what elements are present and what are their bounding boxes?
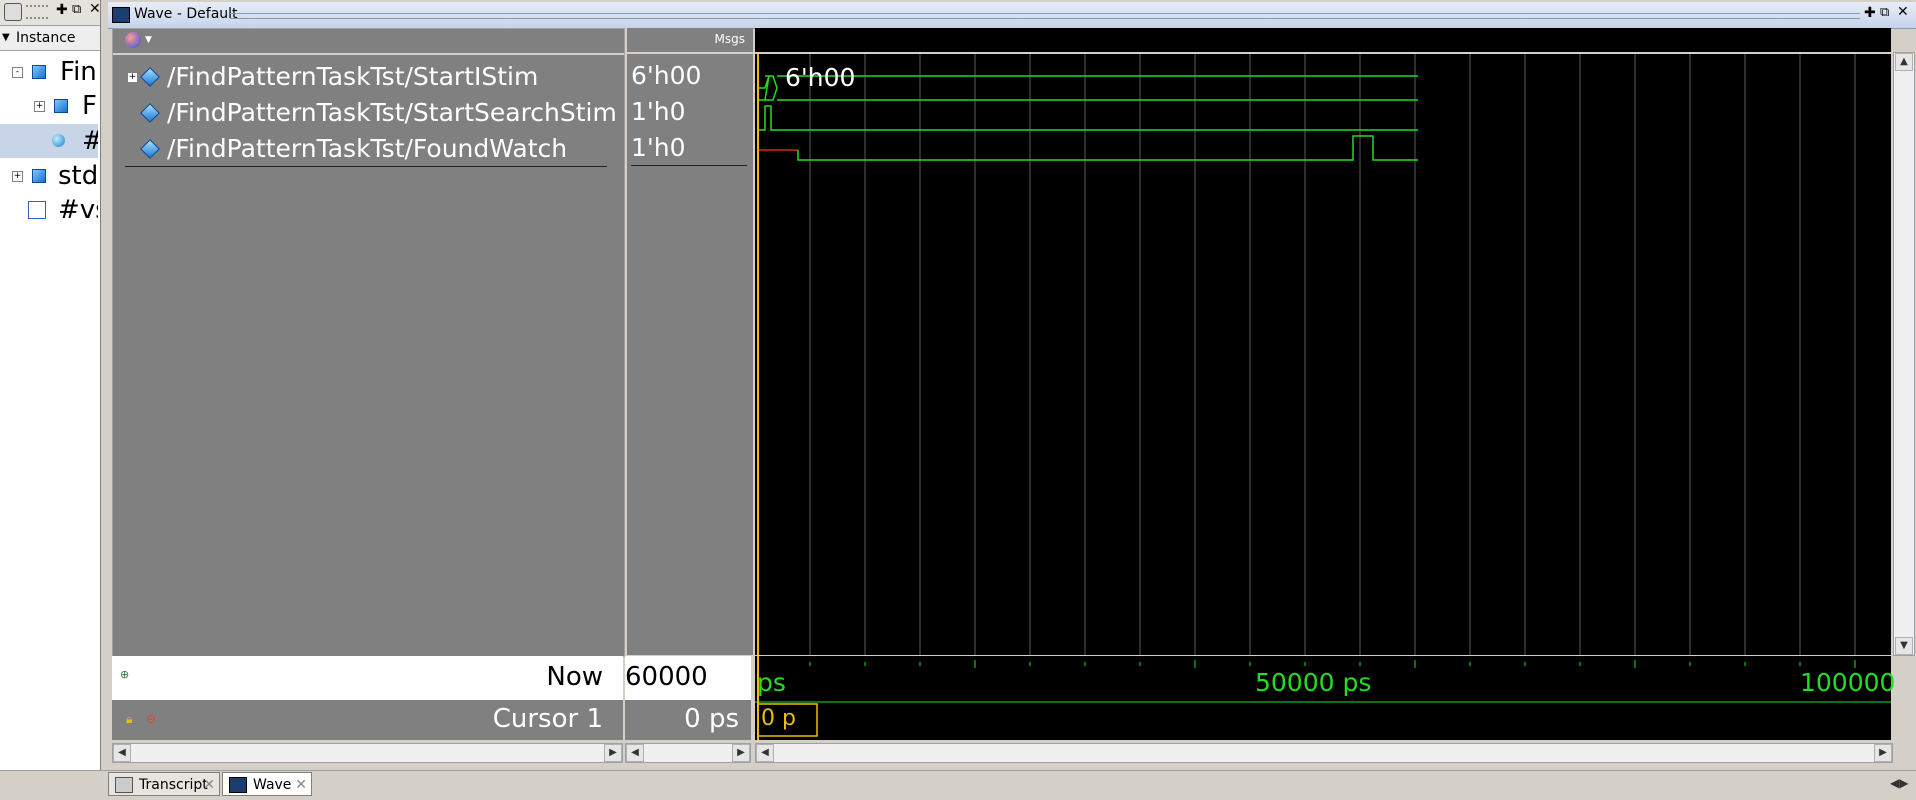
waveform-header (755, 28, 1891, 54)
signal-value: 1'h0 (631, 97, 686, 126)
instance-pane-titlebar: ✚ ⧉ ✕ (0, 0, 101, 26)
wave-titlebar[interactable]: Wave - Default ✚ ⧉ ✕ (108, 2, 1916, 29)
titlebar-grip[interactable] (230, 13, 1860, 19)
values-hscrollbar[interactable]: ◀ ▶ (625, 743, 751, 763)
dropdown-arrow-icon[interactable]: ▼ (145, 35, 152, 45)
now-value-box: 60000 ps (625, 656, 751, 722)
cursor-label: Cursor 1 (492, 704, 603, 734)
signal-value: 6'h00 (631, 61, 702, 90)
signal-diamond-icon (140, 67, 160, 87)
lock-icon[interactable]: 🔒︎ (126, 712, 132, 727)
expand-icon[interactable]: + (12, 171, 23, 182)
instance-column-header[interactable]: ▼ Instance (0, 26, 100, 51)
tree-item[interactable]: + F (0, 89, 98, 123)
cursor-time-label: 0 p (761, 706, 796, 731)
undock-icon[interactable]: ⧉ (72, 2, 81, 17)
tree-item-label: F (82, 91, 97, 121)
scroll-left-icon[interactable]: ◀ (756, 744, 774, 762)
expand-icon[interactable]: + (127, 72, 138, 83)
wave-startsearchstim (759, 105, 1418, 131)
tree-item-label: std (58, 161, 98, 191)
scroll-left-icon[interactable]: ◀ (113, 744, 131, 762)
tab-scroll-icon[interactable]: ◀▶ (1890, 776, 1908, 790)
signal-names-pane[interactable]: ▼ + /FindPatternTaskTst/StartIStim /Find… (112, 28, 625, 657)
signal-diamond-icon (140, 103, 160, 123)
scroll-down-icon[interactable]: ▼ (1895, 637, 1913, 655)
tree-item-selected[interactable]: # (0, 124, 98, 158)
drag-handle[interactable] (26, 5, 48, 19)
palette-icon[interactable] (125, 32, 141, 48)
scroll-right-icon[interactable]: ▶ (604, 744, 622, 762)
close-tab-icon[interactable]: ✕ (295, 773, 307, 797)
signals-hscrollbar[interactable]: ◀ ▶ (112, 743, 623, 763)
insertion-line (125, 166, 607, 167)
wave-foundwatch (797, 135, 1418, 161)
timeline-ruler[interactable]: ps 50000 ps 100000 0 p (755, 656, 1895, 740)
wave-tab-icon (229, 777, 247, 793)
sort-arrow-icon: ▼ (2, 32, 10, 43)
chart-icon (28, 201, 46, 219)
waveform-canvas[interactable] (755, 54, 1891, 655)
package-icon (32, 169, 46, 183)
transcript-icon (115, 777, 133, 793)
now-label: Now (546, 662, 603, 692)
tree-item-label: #vs (58, 195, 98, 225)
bus-value-label: 6'h00 (785, 63, 856, 92)
tab-label: Wave (253, 777, 292, 793)
sim-icon (4, 3, 22, 21)
tree-item[interactable]: #vs (0, 193, 98, 227)
undock-icon[interactable]: ⧉ (1880, 5, 1889, 20)
signal-name: /FindPatternTaskTst/FoundWatch (167, 134, 568, 163)
close-tab-icon[interactable]: ✕ (203, 773, 215, 797)
signal-value: 1'h0 (631, 133, 686, 162)
close-icon[interactable]: ✕ (89, 1, 101, 17)
wave-bus-startistim (759, 75, 1418, 101)
timeline-mid-label: 50000 ps (1255, 668, 1372, 697)
tab-wave[interactable]: Wave ✕ (222, 772, 312, 796)
msgs-header-label: Msgs (714, 32, 745, 46)
scroll-right-icon[interactable]: ▶ (732, 744, 750, 762)
now-row: ⊕ Now (112, 656, 623, 700)
timeline-start-label: ps (757, 668, 786, 697)
instance-header-label: Instance (16, 30, 76, 46)
tab-label: Transcript (139, 777, 208, 793)
close-icon[interactable]: ✕ (1897, 4, 1909, 20)
delete-cursor-icon[interactable]: ⊖ (146, 712, 156, 726)
signal-name: /FindPatternTaskTst/StartSearchStim (167, 98, 617, 127)
dock-icon[interactable]: ✚ (1864, 5, 1876, 21)
signal-name: /FindPatternTaskTst/StartIStim (167, 62, 539, 91)
module-icon (32, 65, 46, 79)
msgs-header: Msgs (627, 28, 753, 54)
wave-title: Wave - Default (134, 6, 238, 22)
expand-icon[interactable]: + (34, 101, 45, 112)
scroll-left-icon[interactable]: ◀ (626, 744, 644, 762)
add-cursor-icon[interactable]: ⊕ (120, 668, 129, 681)
cursor-row: 🔒︎ ⊖ Cursor 1 (112, 700, 623, 740)
module-icon (54, 99, 68, 113)
scroll-right-icon[interactable]: ▶ (1874, 744, 1892, 762)
tree-item[interactable]: + std (0, 159, 98, 193)
signal-diamond-icon (140, 139, 160, 159)
collapse-icon[interactable]: - (12, 67, 23, 78)
cursor-value-box: 0 ps (625, 700, 751, 740)
insertion-line (631, 165, 747, 166)
wave-vscrollbar[interactable]: ▲ ▼ (1893, 52, 1915, 656)
wave-window-icon (112, 7, 130, 23)
cursor-value: 0 ps (684, 704, 739, 734)
tree-item-label: # (82, 124, 98, 158)
tree-item-label: Fin (60, 57, 97, 87)
process-icon (52, 134, 65, 147)
waveform-pane[interactable]: 6'h00 (755, 28, 1891, 655)
signal-header: ▼ (113, 29, 624, 55)
signal-values-pane[interactable]: Msgs 6'h00 1'h0 1'h0 (625, 28, 753, 655)
timeline-end-label: 100000 (1800, 668, 1896, 697)
waves-hscrollbar[interactable]: ◀ ▶ (755, 743, 1893, 763)
tab-transcript[interactable]: Transcript ✕ (108, 772, 220, 796)
tree-item[interactable]: - Fin (0, 55, 98, 89)
grid-lines (809, 54, 1856, 655)
dock-icon[interactable]: ✚ (56, 2, 68, 18)
scroll-up-icon[interactable]: ▲ (1895, 53, 1913, 71)
